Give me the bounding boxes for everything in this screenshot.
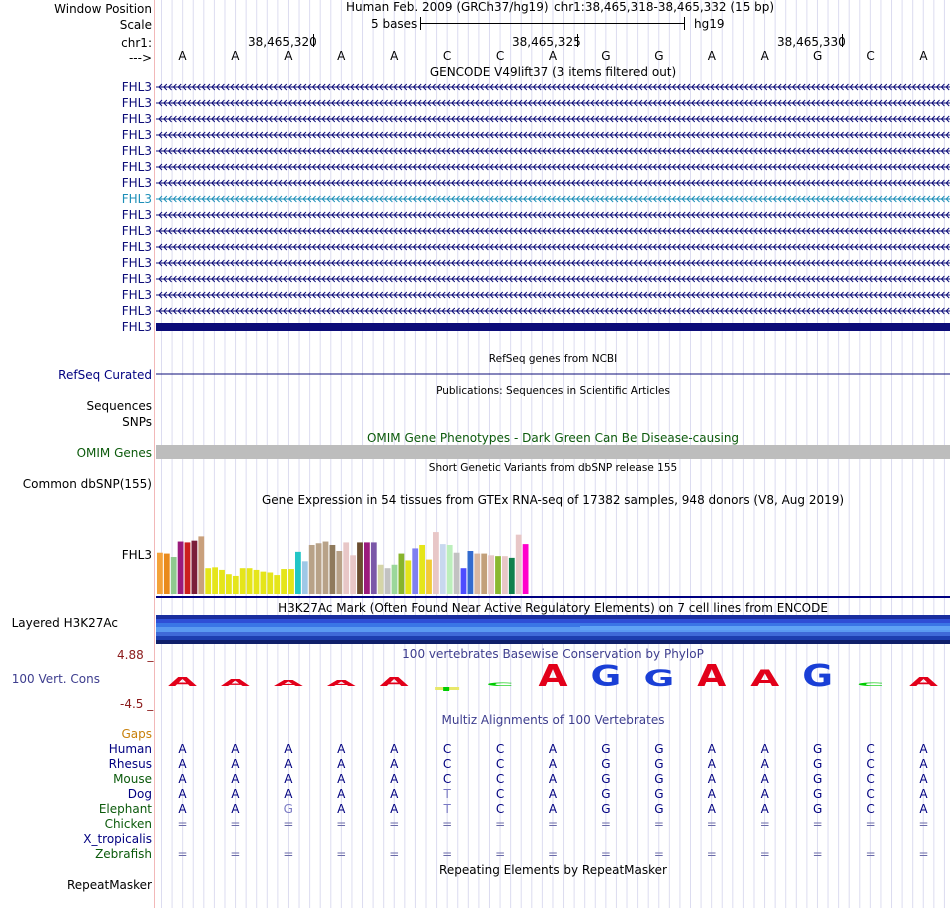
gtex-tissue-bar[interactable] bbox=[370, 542, 377, 594]
gtex-tissue-bar[interactable] bbox=[170, 557, 177, 594]
gencode-exon-block[interactable] bbox=[156, 323, 950, 331]
gtex-tissue-bar[interactable] bbox=[198, 536, 205, 594]
gtex-tissue-bar[interactable] bbox=[295, 551, 301, 594]
omim-gene-bar[interactable] bbox=[156, 445, 950, 459]
gtex-tissue-bar[interactable] bbox=[315, 543, 322, 594]
h3k27ac-cell-line-band bbox=[156, 615, 950, 619]
gtex-tissue-bar[interactable] bbox=[357, 542, 363, 594]
gtex-tissue-bar[interactable] bbox=[322, 541, 329, 594]
gtex-tissue-bar[interactable] bbox=[350, 555, 356, 594]
gtex-tissue-bar[interactable] bbox=[426, 559, 432, 594]
gtex-tissue-bar[interactable] bbox=[246, 568, 253, 594]
phylop-base-glyph: A bbox=[327, 679, 356, 688]
phylop-base-glyph: G bbox=[591, 659, 622, 692]
phylop-negative-base bbox=[443, 687, 450, 691]
gtex-tissue-bar[interactable] bbox=[219, 569, 225, 594]
gtex-tissue-bar[interactable] bbox=[157, 552, 163, 594]
gtex-tissue-bar[interactable] bbox=[281, 569, 287, 594]
gtex-tissue-bar[interactable] bbox=[288, 569, 294, 594]
gtex-tissue-bar[interactable] bbox=[474, 553, 481, 594]
gtex-tissue-bar[interactable] bbox=[364, 542, 370, 594]
gtex-tissue-bar[interactable] bbox=[267, 572, 274, 595]
gtex-tissue-bar[interactable] bbox=[163, 553, 170, 594]
gtex-tissue-bar[interactable] bbox=[343, 542, 350, 594]
h3k27ac-cell-line-band bbox=[156, 636, 950, 640]
phylop-base-glyph: C bbox=[857, 682, 885, 688]
phylop-base-glyph: A bbox=[168, 675, 198, 690]
gtex-tissue-bar[interactable] bbox=[226, 574, 232, 594]
gtex-tissue-bar[interactable] bbox=[260, 571, 267, 594]
gtex-tissue-bar[interactable] bbox=[239, 568, 246, 594]
gtex-tissue-bar[interactable] bbox=[329, 544, 336, 594]
h3k27ac-signal-peak bbox=[580, 626, 950, 630]
gtex-tissue-bar[interactable] bbox=[191, 540, 198, 594]
gtex-tissue-bar[interactable] bbox=[205, 568, 212, 594]
phylop-base-glyph: A bbox=[221, 678, 251, 689]
gtex-tissue-bar[interactable] bbox=[522, 544, 529, 594]
gtex-tissue-bar[interactable] bbox=[502, 556, 508, 594]
gtex-tissue-bar[interactable] bbox=[453, 552, 460, 594]
h3k27ac-cell-line-band bbox=[156, 619, 950, 623]
gtex-tissue-bar[interactable] bbox=[419, 544, 425, 594]
gtex-tissue-bar[interactable] bbox=[508, 557, 515, 594]
gtex-tissue-bar[interactable] bbox=[433, 532, 439, 594]
phylop-base-glyph: A bbox=[538, 659, 568, 694]
gtex-tissue-bar[interactable] bbox=[301, 561, 308, 594]
gtex-tissue-bar[interactable] bbox=[274, 575, 281, 594]
gtex-tissue-bar[interactable] bbox=[481, 553, 488, 594]
gtex-tissue-bar[interactable] bbox=[398, 553, 405, 594]
gtex-tissue-bar[interactable] bbox=[460, 568, 467, 594]
gtex-tissue-bar[interactable] bbox=[391, 564, 398, 594]
phylop-base-glyph: A bbox=[909, 675, 939, 690]
gtex-tissue-bar[interactable] bbox=[495, 556, 501, 594]
gtex-tissue-bar[interactable] bbox=[446, 544, 453, 594]
gtex-tissue-bar[interactable] bbox=[412, 548, 419, 594]
phylop-base-glyph: A bbox=[380, 675, 410, 690]
gtex-tissue-bar[interactable] bbox=[405, 560, 412, 594]
phylop-base-glyph: A bbox=[274, 679, 303, 688]
phylop-base-glyph: C bbox=[486, 682, 514, 688]
gtex-tissue-bar[interactable] bbox=[384, 568, 391, 594]
gtex-tissue-bar[interactable] bbox=[336, 551, 343, 594]
phylop-base-glyph: G bbox=[643, 667, 674, 692]
phylop-base-glyph: A bbox=[697, 659, 727, 694]
track-graphics: AAAAACAGGAAGCA bbox=[156, 83, 950, 694]
gtex-tissue-bar[interactable] bbox=[515, 534, 522, 594]
h3k27ac-cell-line-band bbox=[156, 640, 950, 644]
gtex-tissue-bar[interactable] bbox=[184, 542, 191, 594]
gtex-tissue-bar[interactable] bbox=[467, 551, 474, 594]
h3k27ac-cell-line-band bbox=[156, 632, 950, 636]
gtex-tissue-bar[interactable] bbox=[253, 569, 260, 594]
gtex-tissue-bar[interactable] bbox=[377, 564, 384, 594]
gtex-tissue-bar[interactable] bbox=[488, 555, 494, 594]
gtex-tissue-bar[interactable] bbox=[177, 541, 184, 594]
gtex-tissue-bar[interactable] bbox=[439, 544, 446, 594]
gtex-tissue-bar[interactable] bbox=[212, 567, 218, 594]
phylop-base-glyph: G bbox=[802, 659, 833, 694]
gtex-tissue-bar[interactable] bbox=[232, 575, 239, 594]
gtex-tissue-bar[interactable] bbox=[308, 544, 315, 594]
phylop-base-glyph: A bbox=[750, 667, 779, 692]
